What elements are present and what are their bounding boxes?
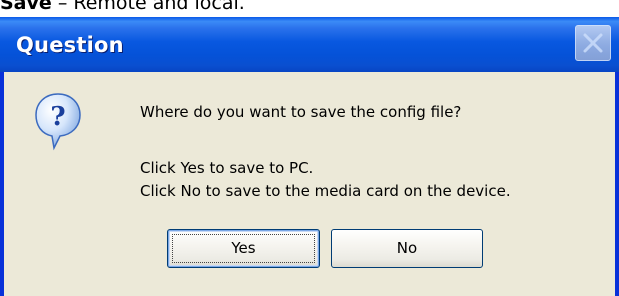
svg-text:?: ? [50, 102, 65, 132]
no-button[interactable]: No [331, 229, 483, 268]
yes-button[interactable]: Yes [167, 229, 320, 268]
caption-rest-text: – Remote and local. [51, 0, 245, 14]
message-line-yes: Click Yes to save to PC. [140, 159, 314, 177]
close-button[interactable] [575, 25, 611, 61]
question-dialog: Question ? Where do you want to save the… [0, 17, 619, 296]
yes-button-label: Yes [231, 239, 256, 257]
page-caption: Save – Remote and local. [0, 0, 619, 16]
caption-bold-text: Save [0, 0, 52, 14]
question-icon: ? [35, 93, 81, 151]
dialog-titlebar[interactable]: Question [0, 17, 619, 72]
message-question: Where do you want to save the config fil… [140, 103, 462, 121]
no-button-label: No [396, 239, 418, 257]
message-line-no: Click No to save to the media card on th… [140, 182, 511, 200]
dialog-title: Question [16, 33, 124, 57]
close-icon [583, 33, 603, 53]
